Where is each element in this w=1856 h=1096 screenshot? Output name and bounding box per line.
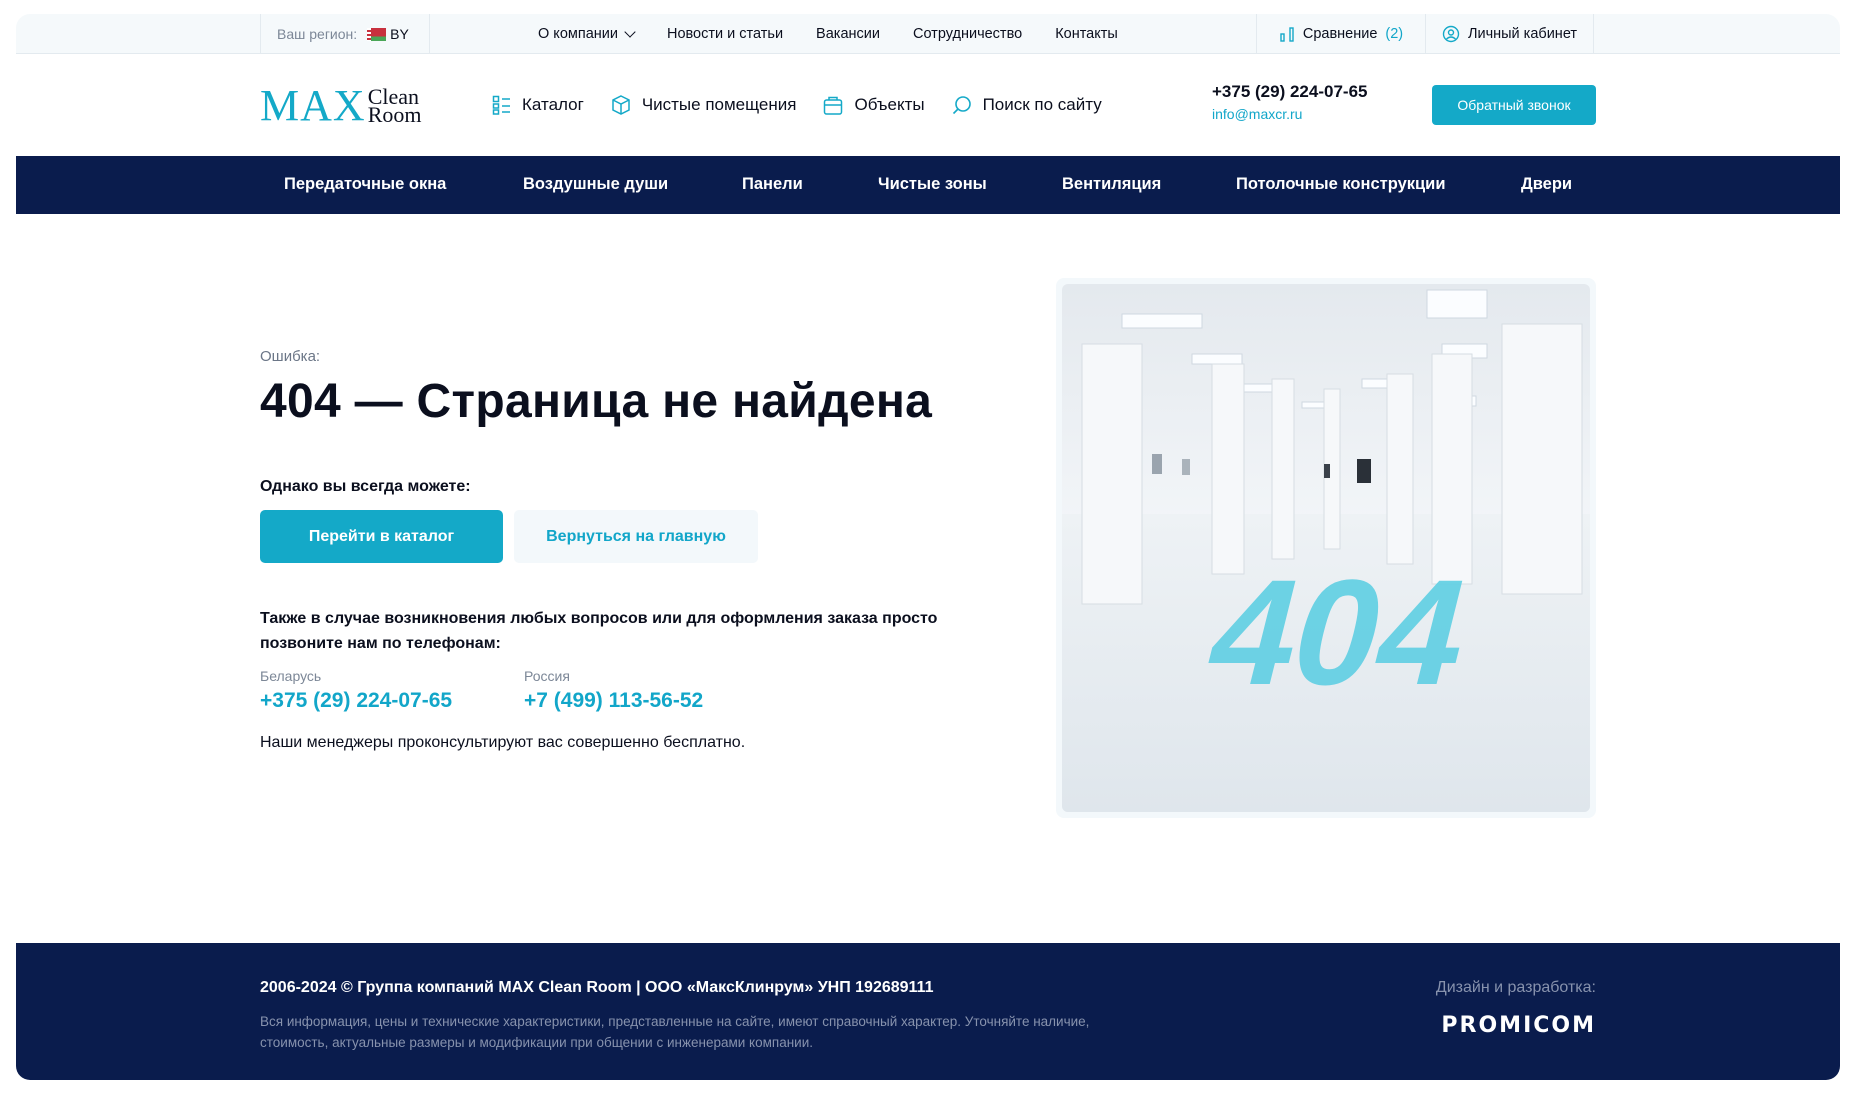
header-contacts: +375 (29) 224-07-65 info@maxcr.ru (1212, 82, 1367, 122)
region-label: Ваш регион: (277, 26, 358, 42)
account-label: Личный кабинет (1467, 26, 1578, 42)
page: Ваш регион: BY О компании Новости и стат… (16, 14, 1840, 1080)
briefcase-icon (824, 96, 843, 115)
russia-phone[interactable]: +7 (499) 113-56-52 (524, 689, 703, 713)
category-ceiling[interactable]: Потолочные конструкции (1236, 175, 1445, 194)
category-ventilation[interactable]: Вентиляция (1062, 175, 1161, 194)
chevron-down-icon (624, 26, 636, 38)
managers-note: Наши менеджеры проконсультируют вас сове… (260, 734, 746, 751)
logo-clean-room: Clean Room (367, 86, 422, 127)
belarus-label: Беларусь (260, 668, 322, 684)
compare-label: Сравнение (1302, 26, 1378, 42)
logo-line-2: Room (367, 102, 422, 127)
top-nav-news-label: Новости и статьи (666, 26, 784, 42)
top-nav-cooperation[interactable]: Сотрудничество (913, 26, 1022, 42)
footer: 2006-2024 © Группа компаний MAX Clean Ro… (16, 943, 1840, 1080)
callback-button[interactable]: Обратный звонок (1432, 85, 1596, 125)
user-circle-icon (1442, 25, 1460, 43)
page-title: 404 — Страница не найдена (260, 375, 933, 428)
bar-chart-icon (1280, 27, 1294, 42)
nav-search[interactable]: Поиск по сайту (951, 94, 1102, 116)
top-nav-vacancies-label: Вакансии (816, 26, 880, 42)
nav-catalog-label: Каталог (522, 94, 584, 114)
nav-objects-label: Объекты (854, 94, 925, 114)
design-credit-label: Дизайн и разработка: (1435, 979, 1596, 996)
error-label: Ошибка: (260, 348, 321, 365)
clean-room-image: 404 (1062, 284, 1590, 812)
top-nav-vacancies[interactable]: Вакансии (816, 26, 880, 42)
top-nav: О компании Новости и статьи Вакансии Сот… (538, 14, 1118, 54)
footer-copyright: 2006-2024 © Группа компаний MAX Clean Ro… (260, 979, 934, 996)
category-panels[interactable]: Панели (742, 175, 803, 194)
nav-clean-rooms[interactable]: Чистые помещения (610, 94, 797, 116)
go-to-catalog-button[interactable]: Перейти в каталог (260, 510, 503, 563)
category-clean-zones[interactable]: Чистые зоны (878, 175, 987, 194)
category-air-showers[interactable]: Воздушные души (523, 175, 668, 194)
search-icon (952, 95, 971, 114)
main-header: MAX Clean Room Каталог Чистые помещения … (16, 54, 1840, 155)
top-nav-contacts[interactable]: Контакты (1055, 26, 1118, 42)
logo-max: MAX (260, 81, 366, 130)
header-phone[interactable]: +375 (29) 224-07-65 (1212, 82, 1367, 102)
region-code: BY (390, 26, 409, 42)
error-illustration: 404 (1056, 278, 1596, 818)
top-nav-cooperation-label: Сотрудничество (912, 26, 1023, 42)
developer-logo[interactable]: PROMICOM (1441, 1013, 1596, 1038)
top-nav-about-label: О компании (538, 26, 618, 42)
catalog-list-icon (492, 95, 510, 115)
category-nav: Передаточные окна Воздушные души Панели … (16, 156, 1840, 214)
compare-link[interactable]: Сравнение (2) (1256, 14, 1426, 54)
nav-objects[interactable]: Объекты (822, 94, 925, 116)
russia-label: Россия (524, 668, 570, 684)
nav-search-label: Поиск по сайту (982, 94, 1102, 114)
footer-disclaimer: Вся информация, цены и технические харак… (260, 1014, 1090, 1050)
category-doors[interactable]: Двери (1521, 175, 1572, 194)
top-nav-about[interactable]: О компании (538, 26, 636, 42)
top-utility-bar: Ваш регион: BY О компании Новости и стат… (16, 14, 1840, 54)
header-email[interactable]: info@maxcr.ru (1212, 106, 1367, 122)
region-selector[interactable]: Ваш регион: BY (260, 14, 430, 54)
account-link[interactable]: Личный кабинет (1426, 14, 1594, 54)
nav-catalog[interactable]: Каталог (492, 95, 584, 115)
top-nav-contacts-label: Контакты (1055, 26, 1118, 42)
contact-note: Также в случае возникновения любых вопро… (260, 610, 938, 652)
nav-clean-rooms-label: Чистые помещения (641, 94, 797, 114)
floor-404-text: 404 (1193, 549, 1485, 716)
logo[interactable]: MAX Clean Room (260, 84, 421, 128)
top-nav-news[interactable]: Новости и статьи (667, 26, 783, 42)
cube-icon (612, 94, 630, 115)
back-home-button[interactable]: Вернуться на главную (514, 510, 758, 563)
main-nav: Каталог Чистые помещения Объекты Поиск п… (492, 54, 1102, 155)
belarus-flag-icon (367, 27, 387, 41)
compare-count: (2) (1385, 26, 1404, 42)
options-heading: Однако вы всегда можете: (260, 478, 471, 495)
category-transfer-windows[interactable]: Передаточные окна (284, 175, 446, 194)
belarus-phone[interactable]: +375 (29) 224-07-65 (260, 689, 452, 713)
